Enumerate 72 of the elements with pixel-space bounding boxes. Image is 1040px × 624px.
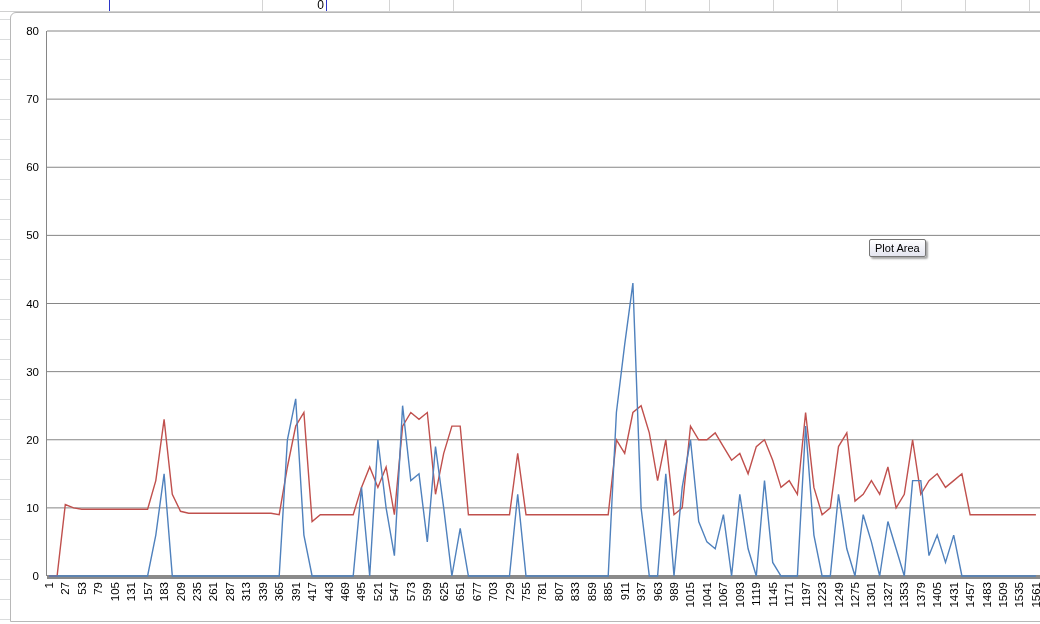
x-axis-label: 729 <box>503 582 516 602</box>
x-axis-label: 1405 <box>931 582 944 608</box>
x-axis-label: 989 <box>668 582 680 602</box>
y-axis-label: 80 <box>26 25 39 37</box>
y-axis-label: 10 <box>26 501 39 514</box>
x-axis-label: 1249 <box>832 582 845 608</box>
x-axis-label: 651 <box>454 582 467 602</box>
x-axis-label: 1197 <box>799 582 812 607</box>
cell-value: 0 <box>317 0 325 11</box>
x-axis-label: 599 <box>421 582 434 602</box>
tooltip: Plot Area <box>869 239 926 257</box>
x-axis-label: 521 <box>371 582 384 602</box>
y-axis-label: 50 <box>26 229 39 242</box>
x-axis-label: 391 <box>289 582 302 602</box>
x-axis-label: 1 <box>42 582 55 589</box>
y-axis-label: 40 <box>26 297 39 310</box>
x-axis-label: 755 <box>519 582 532 602</box>
x-axis-label: 183 <box>158 582 171 602</box>
y-axis-label: 30 <box>26 365 39 378</box>
x-axis-label: 1223 <box>816 582 829 608</box>
y-axis-label: 70 <box>26 93 39 106</box>
x-axis-label: 807 <box>552 582 565 602</box>
x-axis-label: 313 <box>240 582 253 602</box>
x-axis-label: 1067 <box>717 582 730 608</box>
x-axis-label: 469 <box>339 582 351 602</box>
y-axis-label: 20 <box>26 433 39 446</box>
x-axis-label: 1041 <box>700 582 713 608</box>
x-axis-label: 911 <box>618 582 631 601</box>
x-axis-label: 833 <box>569 582 582 602</box>
y-axis-label: 60 <box>26 161 39 174</box>
x-axis-label: 859 <box>585 582 598 602</box>
x-axis-label: 1171 <box>783 582 796 607</box>
x-axis-label: 937 <box>635 582 648 602</box>
x-axis-label: 885 <box>602 582 615 602</box>
x-axis-label: 677 <box>470 582 483 602</box>
x-axis-label: 1015 <box>684 582 697 608</box>
x-axis-label: 1535 <box>1013 582 1026 608</box>
x-axis-label: 963 <box>651 582 664 602</box>
x-axis-label: 1275 <box>849 582 861 608</box>
x-axis-label: 1145 <box>766 582 779 607</box>
x-axis-label: 573 <box>404 582 417 602</box>
x-axis-label: 365 <box>273 582 286 602</box>
x-axis-label: 287 <box>223 582 236 602</box>
x-axis-label: 235 <box>190 582 203 602</box>
x-axis-label: 53 <box>75 582 88 595</box>
x-axis-label: 209 <box>174 582 187 602</box>
x-axis-label: 1353 <box>898 582 911 608</box>
x-axis-label: 157 <box>141 582 154 602</box>
x-axis-label: 1561 <box>1029 582 1040 608</box>
x-axis-label: 27 <box>59 582 72 595</box>
x-axis-label: 261 <box>207 582 220 602</box>
x-axis-label: 495 <box>355 582 368 602</box>
x-axis-label: 443 <box>322 582 335 602</box>
x-axis-label: 1119 <box>750 582 763 606</box>
x-axis-label: 1379 <box>914 582 927 608</box>
x-axis-label: 703 <box>487 582 500 602</box>
x-axis-label: 1509 <box>997 582 1010 608</box>
x-axis-label: 1093 <box>733 582 746 608</box>
x-axis-label: 625 <box>437 582 450 602</box>
x-axis-label: 131 <box>125 582 138 602</box>
x-axis-label: 1483 <box>980 582 993 608</box>
x-axis-label: 1431 <box>947 582 960 608</box>
x-axis-label: 79 <box>92 582 105 595</box>
x-axis-label: 781 <box>536 582 549 602</box>
y-axis-label: 0 <box>32 570 39 582</box>
x-axis-label: 105 <box>108 582 121 602</box>
x-axis-label: 417 <box>306 582 319 602</box>
x-axis-label: 1457 <box>964 582 977 608</box>
x-axis-label: 1301 <box>865 582 878 608</box>
x-axis-label: 547 <box>388 582 401 602</box>
x-axis-label: 1327 <box>881 582 894 608</box>
x-axis-label: 339 <box>256 582 269 602</box>
